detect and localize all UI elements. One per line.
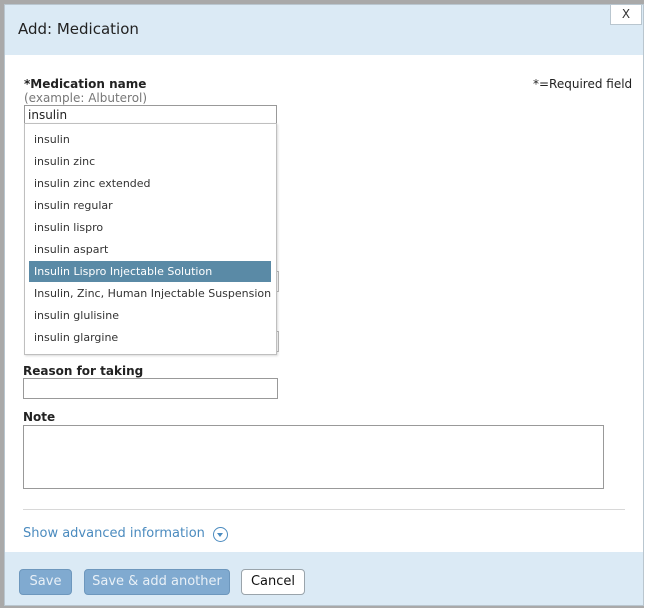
autocomplete-item[interactable]: insulin glargine <box>29 327 271 348</box>
note-label: Note <box>23 410 56 424</box>
show-advanced-link[interactable]: Show advanced information <box>23 526 205 541</box>
medication-name-label: *Medication name <box>24 77 147 91</box>
close-button[interactable]: X <box>610 5 642 25</box>
autocomplete-item[interactable]: insulin aspart <box>29 239 271 260</box>
save-and-add-another-button[interactable]: Save & add another <box>84 569 230 595</box>
dialog-title: Add: Medication <box>18 20 139 38</box>
medication-name-input[interactable] <box>24 105 277 124</box>
autocomplete-item[interactable]: insulin lispro <box>29 217 271 238</box>
background-page-edge <box>644 0 650 608</box>
autocomplete-item-selected[interactable]: Insulin Lispro Injectable Solution <box>29 261 271 282</box>
autocomplete-item[interactable]: insulin glulisine <box>29 305 271 326</box>
dialog-header: Add: Medication X <box>5 5 643 55</box>
autocomplete-item[interactable]: insulin zinc extended <box>29 173 271 194</box>
autocomplete-item[interactable]: insulin zinc <box>29 151 271 172</box>
medication-name-hint: (example: Albuterol) <box>24 91 148 105</box>
note-textarea[interactable] <box>23 425 604 489</box>
reason-label: Reason for taking <box>23 364 144 378</box>
required-field-note: *=Required field <box>533 77 633 91</box>
cancel-button[interactable]: Cancel <box>241 569 305 595</box>
divider <box>23 509 625 510</box>
medication-autocomplete-list: insulin insulin zinc insulin zinc extend… <box>24 123 277 355</box>
chevron-down-circle-icon[interactable] <box>213 527 228 542</box>
autocomplete-item[interactable]: Insulin, Zinc, Human Injectable Suspensi… <box>29 283 271 304</box>
reason-input[interactable] <box>23 378 278 399</box>
add-medication-dialog: Add: Medication X *Medication name (exam… <box>4 4 644 606</box>
save-button[interactable]: Save <box>19 569 72 595</box>
dialog-footer: Save Save & add another Cancel <box>5 552 643 605</box>
autocomplete-item[interactable]: insulin regular <box>29 195 271 216</box>
autocomplete-item[interactable]: insulin <box>29 129 271 150</box>
